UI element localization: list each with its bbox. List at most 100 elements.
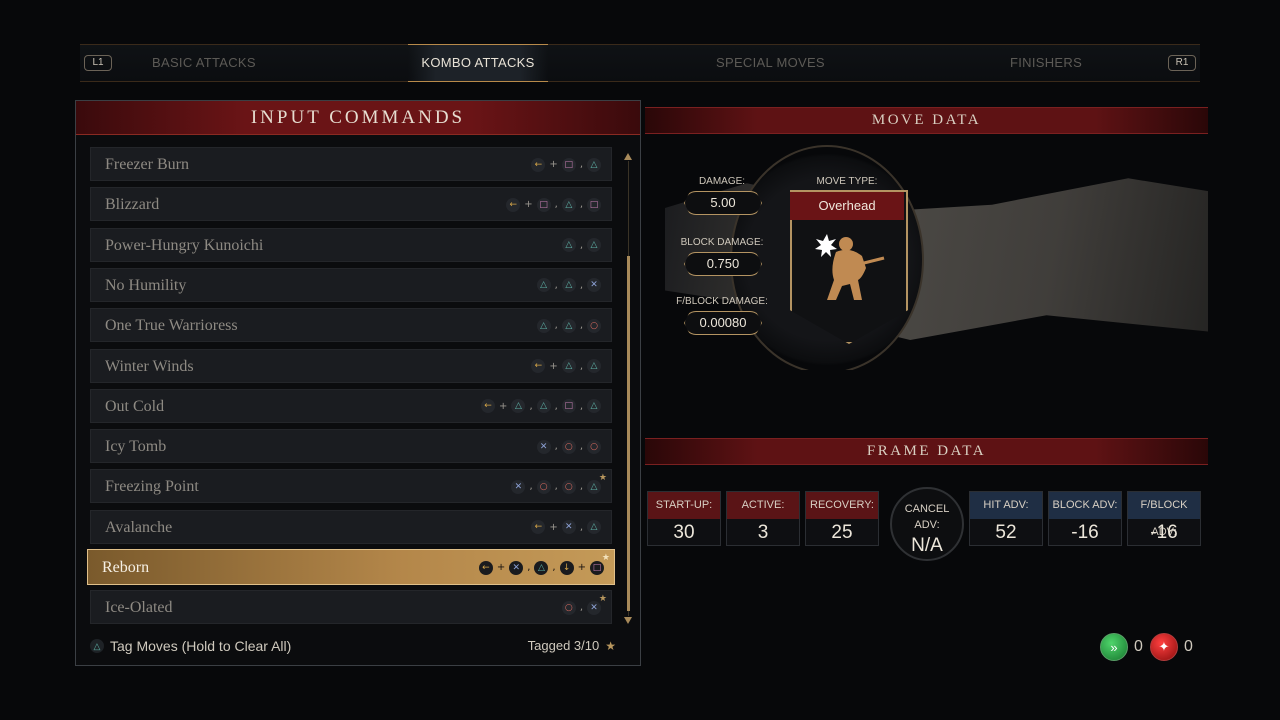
plus-separator: + — [549, 159, 558, 170]
move-row[interactable]: Winter Winds ← + △, △ — [90, 348, 612, 383]
comma-separator: , — [554, 320, 558, 332]
tab-finishers[interactable]: FINISHERS — [1010, 45, 1120, 81]
startup-label: START-UP: — [648, 492, 720, 519]
comma-separator: , — [579, 602, 583, 614]
comma-separator: , — [552, 562, 556, 573]
plus-separator: + — [496, 562, 506, 573]
star-icon: ★ — [605, 639, 616, 653]
fblock-adv-cell: F/BLOCK ADV: -16 — [1127, 491, 1201, 546]
block-adv-cell: BLOCK ADV: -16 — [1048, 491, 1122, 546]
input-commands-panel: INPUT COMMANDS Freezer Burn ← + □, △ Blizzard… — [75, 100, 641, 666]
move-name: Icy Tomb — [105, 438, 167, 456]
frame-data-title: FRAME DATA — [645, 438, 1208, 465]
triangle-button-icon: △ — [536, 318, 551, 333]
triangle-button-icon: △ — [587, 520, 601, 535]
tagged-star-icon: ★ — [598, 472, 607, 483]
move-name: Power-Hungry Kunoichi — [105, 236, 264, 254]
category-tab-bar: L1 BASIC ATTACKS KOMBO ATTACKS SPECIAL M… — [80, 44, 1200, 82]
triangle-button-icon: △ — [561, 238, 576, 253]
green-currency: » 0 — [1100, 632, 1143, 662]
cross-button-icon: ✕ — [536, 439, 551, 454]
circle-button-icon: ○ — [536, 479, 551, 494]
scroll-up-arrow-icon[interactable] — [624, 153, 632, 160]
square-button-icon: □ — [587, 197, 601, 212]
comma-separator: , — [579, 320, 583, 332]
move-row[interactable]: Blizzard ← + □, △, □ — [90, 187, 612, 222]
input-commands-title: INPUT COMMANDS — [76, 101, 640, 135]
triangle-button-icon: △ — [587, 238, 601, 253]
move-input-sequence: ← + □, △ — [531, 148, 601, 181]
cancel-adv-value: N/A — [911, 535, 943, 556]
move-row[interactable]: Avalanche ← + ✕, △ — [90, 509, 612, 544]
recovery-value: 25 — [831, 522, 853, 543]
fblock-damage-label: F/BLOCK DAMAGE: — [676, 296, 768, 307]
triangle-button-icon: △ — [511, 399, 526, 414]
triangle-button-icon: △ — [561, 278, 576, 293]
back-arrow-icon: ← — [531, 157, 546, 172]
hit-adv-cell: HIT ADV: 52 — [969, 491, 1043, 546]
move-row[interactable]: Icy Tomb ✕, ○, ○ — [90, 429, 612, 464]
comma-separator: , — [579, 199, 583, 211]
circle-button-icon: ○ — [587, 439, 601, 454]
fblock-adv-value: -16 — [1150, 522, 1178, 543]
move-input-sequence: ✕, ○, ○ — [536, 430, 601, 463]
block-damage-value: 0.750 — [684, 252, 762, 276]
move-input-sequence: ← + ✕, △ — [531, 511, 601, 544]
scroll-down-arrow-icon[interactable] — [624, 617, 632, 624]
move-row[interactable]: Freezing Point ✕, ○, ○, △ ★ — [90, 469, 612, 504]
down-arrow-icon: ↓ — [559, 560, 574, 575]
comma-separator: , — [554, 199, 558, 211]
block-damage-label: BLOCK DAMAGE: — [680, 237, 764, 248]
triangle-button-icon: △ — [536, 399, 551, 414]
cross-button-icon: ✕ — [511, 479, 526, 494]
scroll-thumb[interactable] — [627, 256, 630, 611]
cancel-adv-cell: CANCEL ADV: N/A — [890, 487, 964, 561]
move-input-sequence: ← + □, △, □ — [506, 188, 601, 221]
l1-bumper-hint[interactable]: L1 — [84, 55, 112, 71]
tagged-count: Tagged 3/10 ★ — [528, 635, 616, 657]
move-row[interactable]: Out Cold ← + △, △, □, △ — [90, 388, 612, 423]
cross-button-icon: ✕ — [509, 560, 524, 575]
move-row[interactable]: Ice-Olated ○, ✕ ★ — [90, 590, 612, 625]
move-list-scrollbar[interactable] — [624, 153, 632, 624]
tab-kombo-attacks[interactable]: KOMBO ATTACKS — [408, 44, 548, 82]
move-name: Reborn — [102, 559, 150, 576]
back-arrow-icon: ← — [478, 560, 493, 575]
plus-separator: + — [499, 400, 508, 412]
move-row[interactable]: Freezer Burn ← + □, △ — [90, 147, 612, 181]
move-input-sequence: ← + △, △, □, △ — [481, 390, 601, 423]
startup-cell: START-UP: 30 — [647, 491, 721, 546]
tab-special-moves[interactable]: SPECIAL MOVES — [716, 45, 866, 81]
recovery-cell: RECOVERY: 25 — [805, 491, 879, 546]
move-input-sequence: ✕, ○, ○, △ — [511, 470, 601, 503]
comma-separator: , — [529, 481, 533, 493]
comma-separator: , — [579, 159, 583, 170]
hit-adv-label: HIT ADV: — [970, 492, 1042, 519]
cancel-adv-label: CANCEL ADV: — [904, 503, 950, 531]
square-button-icon: □ — [561, 399, 576, 414]
back-arrow-icon: ← — [531, 359, 546, 373]
startup-value: 30 — [673, 522, 695, 543]
comma-separator: , — [579, 239, 583, 251]
tab-basic-attacks[interactable]: BASIC ATTACKS — [152, 45, 302, 81]
move-row[interactable]: One True Warrioress △, △, ○ — [90, 308, 612, 343]
comma-separator: , — [554, 400, 558, 412]
input-commands-footer: △ Tag Moves (Hold to Clear All) Tagged 3… — [90, 635, 616, 657]
triangle-button-icon: △ — [587, 157, 601, 172]
triangle-button-icon: △ — [536, 278, 551, 293]
move-row[interactable]: Power-Hungry Kunoichi △, △ — [90, 227, 612, 262]
move-input-sequence: ○, ✕ — [561, 591, 601, 624]
circle-button-icon: ○ — [587, 318, 601, 333]
fast-forward-coin-icon: » — [1100, 633, 1128, 661]
plus-separator: + — [524, 199, 533, 211]
triangle-button-icon: △ — [587, 359, 601, 373]
move-row[interactable]: Reborn ← + ✕, △, ↓ + □ ★ — [87, 549, 615, 585]
move-row[interactable]: No Humility △, △, ✕ — [90, 267, 612, 302]
red-orb-icon: ✦ — [1150, 633, 1178, 661]
recovery-label: RECOVERY: — [806, 492, 878, 519]
tag-moves-hint[interactable]: △ Tag Moves (Hold to Clear All) — [90, 635, 291, 657]
r1-bumper-hint[interactable]: R1 — [1168, 55, 1196, 71]
move-name: Winter Winds — [105, 357, 194, 375]
move-input-sequence: △, △ — [561, 229, 601, 262]
tagged-count-label: Tagged 3/10 — [527, 638, 600, 653]
